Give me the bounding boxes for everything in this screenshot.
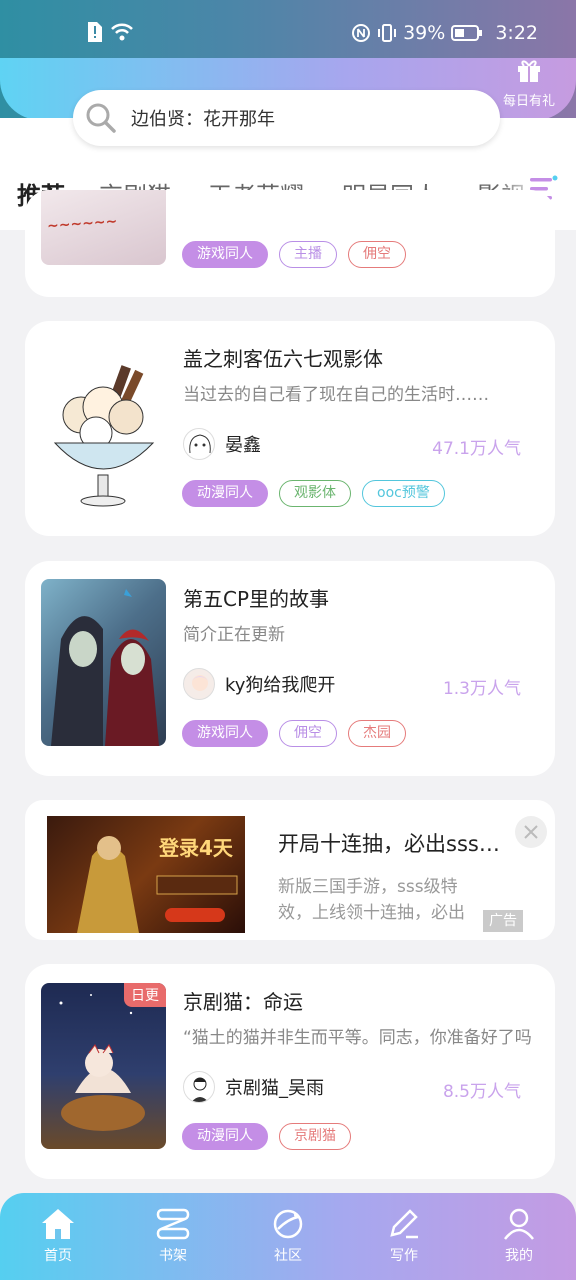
search-suggestion-text: 边伯贤：花开那年 <box>131 109 275 130</box>
ad-card[interactable]: 登录4天 开局十连抽，必出sss… 新版三国手游，sss级特效，上线领十连抽，必… <box>25 800 555 940</box>
battery-percent: 39% <box>403 22 446 44</box>
nav-bookshelf[interactable]: 书架 <box>133 1207 213 1265</box>
author-name: 晏鑫 <box>225 435 261 456</box>
clock: 3:22 <box>495 22 538 44</box>
search-bar[interactable]: 边伯贤：花开那年 <box>73 90 500 146</box>
sim-alert-icon <box>88 22 102 42</box>
tag[interactable]: 游戏同人 <box>182 241 268 268</box>
gift-label: 每日有礼 <box>502 94 555 109</box>
ad-image-text: 登录4天 <box>159 836 233 860</box>
book-cover: ~~~~~~ <box>41 190 166 265</box>
close-icon <box>524 825 538 839</box>
planet-icon <box>273 1209 303 1239</box>
popularity: 8.5万人气 <box>442 1082 521 1102</box>
nav-label: 社区 <box>274 1248 302 1264</box>
book-cover: 日更 <box>41 983 166 1149</box>
tag[interactable]: 佣空 <box>279 720 337 747</box>
nav-label: 我的 <box>505 1248 533 1264</box>
gift-icon <box>518 60 540 82</box>
bottom-navigation: 首页 书架 社区 写作 我的 <box>0 1193 576 1280</box>
tag[interactable]: 动漫同人 <box>182 1123 268 1150</box>
ad-title: 开局十连抽，必出sss… <box>278 832 500 856</box>
author[interactable]: 晏鑫 <box>183 428 261 460</box>
search-icon <box>86 103 116 133</box>
update-badge: 日更 <box>124 983 166 1007</box>
nav-label: 书架 <box>159 1248 187 1264</box>
author-avatar <box>183 668 215 700</box>
tag[interactable]: 京剧猫 <box>279 1123 351 1150</box>
tag[interactable]: 主播 <box>279 241 337 268</box>
wifi-icon <box>111 23 133 41</box>
author-avatar <box>183 428 215 460</box>
nav-write[interactable]: 写作 <box>364 1207 444 1265</box>
tag-list: 动漫同人 观影体 ooc预警 <box>182 480 445 507</box>
cover-scribble: ~~~~~~ <box>46 213 118 235</box>
nav-label: 首页 <box>44 1248 72 1264</box>
cp-illustration <box>51 589 159 746</box>
book-title: 京剧猫：命运 <box>183 990 303 1014</box>
ad-label: 广告 <box>483 910 523 932</box>
sundae-illustration <box>53 365 155 507</box>
nav-profile[interactable]: 我的 <box>479 1207 559 1265</box>
tag[interactable]: 动漫同人 <box>182 480 268 507</box>
book-cover <box>41 579 166 746</box>
jingjumao-illustration <box>59 994 145 1131</box>
tag[interactable]: 游戏同人 <box>182 720 268 747</box>
author-name: ky狗给我爬开 <box>225 675 336 696</box>
author[interactable]: 京剧猫_吴雨 <box>183 1071 324 1103</box>
author-avatar <box>183 1071 215 1103</box>
status-bar: 39% 3:22 <box>0 18 576 58</box>
home-icon <box>42 1209 74 1239</box>
profile-icon <box>504 1208 534 1240</box>
ad-description: 新版三国手游，sss级特效，上线领十连抽，必出 <box>278 877 465 923</box>
book-card[interactable]: 盖之刺客伍六七观影体 当过去的自己看了现在自己的生活时‥‥‥ 晏鑫 47.1万人… <box>25 321 555 536</box>
popularity: 47.1万人气 <box>432 439 521 459</box>
book-description: “猫土的猫并非生而平等。同志，你准备好了吗 <box>183 1028 532 1048</box>
book-card[interactable]: 第五CP里的故事 简介正在更新 ky狗给我爬开 1.3万人气 游戏同人 佣空 杰… <box>25 561 555 776</box>
tag[interactable]: 观影体 <box>279 480 351 507</box>
tag[interactable]: 杰园 <box>348 720 406 747</box>
book-cover <box>41 345 166 512</box>
tag-list: 游戏同人 主播 佣空 <box>182 241 406 268</box>
author[interactable]: ky狗给我爬开 <box>183 668 335 700</box>
vibrate-icon <box>378 24 397 42</box>
popularity: 1.3万人气 <box>442 679 521 699</box>
ad-close-button[interactable] <box>515 816 547 848</box>
book-card[interactable]: 日更 京剧猫：命运 “猫土的猫并非生而平等。同志，你准备好了吗 京剧猫_吴雨 8… <box>25 964 555 1179</box>
tag[interactable]: 佣空 <box>348 241 406 268</box>
nav-community[interactable]: 社区 <box>248 1207 328 1265</box>
pen-icon <box>390 1209 418 1239</box>
author-name: 京剧猫_吴雨 <box>225 1078 324 1099</box>
tag-list: 游戏同人 佣空 杰园 <box>182 720 406 747</box>
battery-icon <box>451 25 483 41</box>
book-card-partial[interactable]: ~~~~~~ 游戏同人 主播 佣空 <box>25 190 555 297</box>
nfc-icon <box>352 24 371 42</box>
book-title: 第五CP里的故事 <box>183 587 330 611</box>
nav-label: 写作 <box>390 1248 418 1264</box>
tag-list: 动漫同人 京剧猫 <box>182 1123 351 1150</box>
book-title: 盖之刺客伍六七观影体 <box>183 347 383 371</box>
ad-image: 登录4天 <box>47 816 245 933</box>
daily-gift-button[interactable]: 每日有礼 <box>496 58 562 109</box>
bookshelf-icon <box>156 1208 190 1240</box>
book-description: 当过去的自己看了现在自己的生活时‥‥‥ <box>183 385 490 405</box>
book-description: 简介正在更新 <box>183 625 285 645</box>
nav-home[interactable]: 首页 <box>18 1207 98 1265</box>
tag[interactable]: ooc预警 <box>362 480 445 507</box>
